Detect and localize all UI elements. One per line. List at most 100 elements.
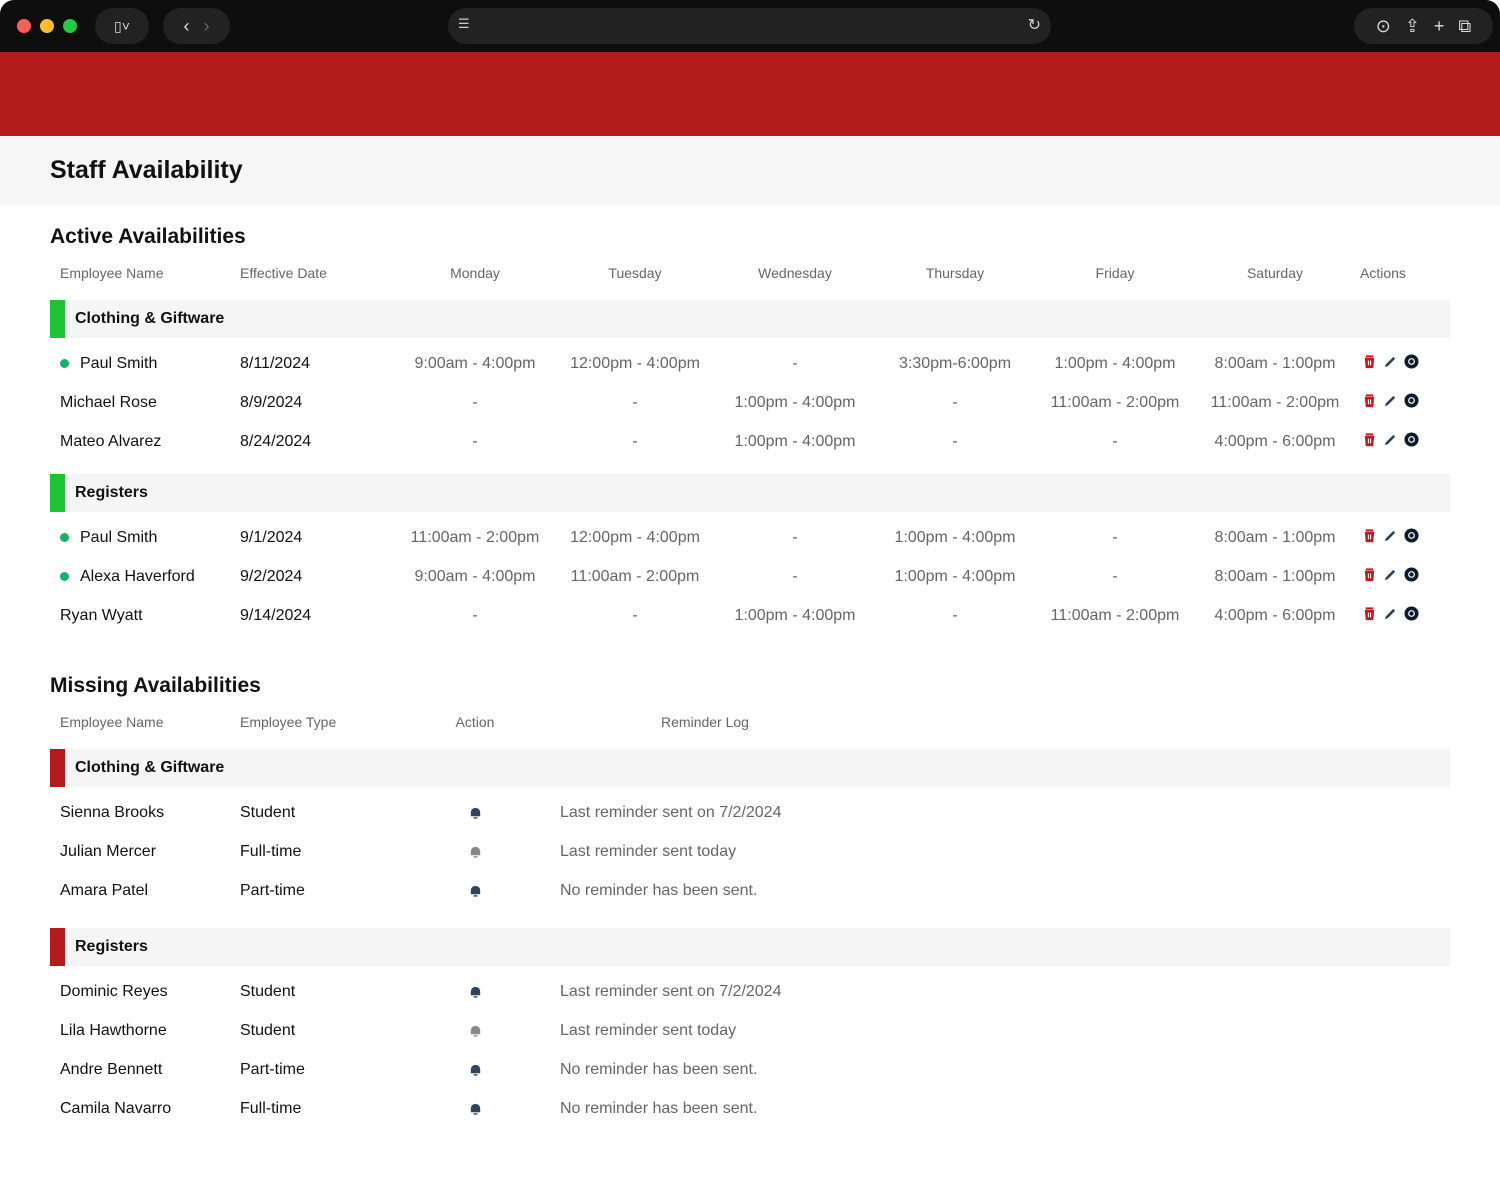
- col-header: Employee Name: [60, 265, 164, 281]
- send-reminder-bell-icon[interactable]: [395, 805, 555, 820]
- table-row: Lila Hawthorne Student Last reminder sent …: [50, 1011, 1450, 1050]
- day-availability: 11:00am - 2:00pm: [1050, 606, 1180, 624]
- delete-icon[interactable]: [1362, 606, 1377, 626]
- edit-icon[interactable]: [1383, 354, 1398, 374]
- sidebar-toggle-button[interactable]: ▯˅: [95, 8, 149, 44]
- send-reminder-bell-icon[interactable]: [395, 984, 555, 999]
- maximize-window-button[interactable]: [63, 19, 77, 33]
- edit-icon[interactable]: [1383, 393, 1398, 413]
- delete-icon[interactable]: [1362, 528, 1377, 548]
- day-availability: 8:00am - 1:00pm: [1214, 528, 1336, 546]
- edit-icon[interactable]: [1383, 606, 1398, 626]
- forward-icon[interactable]: ›: [204, 16, 210, 37]
- page-title: Staff Availability: [50, 156, 243, 184]
- employee-type: Full-time: [240, 1099, 302, 1117]
- effective-date: 9/14/2024: [240, 606, 312, 624]
- table-row: Paul Smith 8/11/2024 9:00am - 4:00pm 12:00p…: [50, 344, 1450, 383]
- employee-name: Alexa Haverford: [80, 567, 195, 585]
- day-availability: -: [632, 432, 638, 450]
- employee-name: Michael Rose: [60, 393, 157, 411]
- history-icon[interactable]: [1404, 431, 1419, 452]
- col-header: Actions: [1360, 265, 1406, 281]
- table-row: Ryan Wyatt 9/14/2024 - - 1:00pm - 4:00pm - 11:…: [50, 596, 1450, 635]
- delete-icon[interactable]: [1362, 393, 1377, 413]
- history-icon[interactable]: [1404, 605, 1419, 626]
- edit-icon[interactable]: [1383, 432, 1398, 452]
- day-availability: 1:00pm - 4:00pm: [894, 567, 1016, 585]
- col-header: Friday: [1095, 265, 1135, 281]
- employee-name-cell: Paul Smith: [60, 355, 240, 373]
- day-availability: 1:00pm - 4:00pm: [1054, 354, 1176, 372]
- download-icon[interactable]: ⊙: [1376, 16, 1391, 37]
- group-color-bar: [50, 749, 65, 787]
- day-availability: -: [472, 606, 478, 624]
- employee-type: Student: [240, 1021, 296, 1039]
- history-icon[interactable]: [1404, 566, 1419, 587]
- tabs-icon[interactable]: ⧉: [1458, 16, 1471, 37]
- employee-name: Paul Smith: [80, 528, 158, 546]
- day-availability: 9:00am - 4:00pm: [414, 567, 536, 585]
- delete-icon[interactable]: [1362, 567, 1377, 587]
- day-availability: 11:00am - 2:00pm: [570, 567, 700, 585]
- group-color-bar: [50, 474, 65, 512]
- group-header: Clothing & Giftware: [50, 749, 1450, 787]
- day-availability: 9:00am - 4:00pm: [414, 354, 536, 372]
- employee-name-cell: Paul Smith: [60, 529, 240, 547]
- row-actions: [1355, 431, 1450, 452]
- edit-icon[interactable]: [1383, 567, 1398, 587]
- col-header: Thursday: [925, 265, 985, 281]
- delete-icon[interactable]: [1362, 354, 1377, 374]
- reminder-log: Last reminder sent today: [560, 1021, 737, 1039]
- day-availability: 12:00pm - 4:00pm: [570, 354, 700, 372]
- day-availability: -: [792, 354, 798, 372]
- employee-name: Lila Hawthorne: [60, 1021, 167, 1039]
- history-icon[interactable]: [1404, 392, 1419, 413]
- reload-icon[interactable]: ↻: [1028, 15, 1041, 35]
- employee-name-cell: Ryan Wyatt: [60, 607, 240, 625]
- day-availability: 8:00am - 1:00pm: [1214, 567, 1336, 585]
- employee-name: Mateo Alvarez: [60, 432, 162, 450]
- address-bar[interactable]: ☰ ↻: [448, 8, 1051, 44]
- sidebar-icon: ▯˅: [114, 17, 130, 34]
- table-row: Andre Bennett Part-time No reminder has be…: [50, 1050, 1450, 1089]
- group-header: Registers: [50, 928, 1450, 966]
- send-reminder-bell-icon[interactable]: [395, 1101, 555, 1116]
- employee-type: Full-time: [240, 842, 302, 860]
- day-availability: -: [952, 432, 958, 450]
- day-availability: -: [1112, 432, 1118, 450]
- send-reminder-bell-icon[interactable]: [395, 883, 555, 898]
- history-icon[interactable]: [1404, 527, 1419, 548]
- send-reminder-bell-icon[interactable]: [395, 1062, 555, 1077]
- share-icon[interactable]: ⇪: [1405, 16, 1420, 37]
- history-icon[interactable]: [1404, 353, 1419, 374]
- toolbar-actions: ⊙ ⇪ + ⧉: [1354, 8, 1493, 44]
- col-header: Wednesday: [758, 265, 832, 281]
- table-row: Julian Mercer Full-time Last reminder sent…: [50, 832, 1450, 871]
- new-tab-icon[interactable]: +: [1434, 16, 1445, 37]
- group-name: Registers: [75, 938, 148, 955]
- close-window-button[interactable]: [17, 19, 31, 33]
- effective-date: 9/1/2024: [240, 528, 303, 546]
- day-availability: 1:00pm - 4:00pm: [894, 528, 1016, 546]
- minimize-window-button[interactable]: [40, 19, 54, 33]
- employee-type: Part-time: [240, 881, 305, 899]
- col-header: Reminder Log: [661, 714, 749, 730]
- day-availability: 11:00am - 2:00pm: [410, 528, 540, 546]
- delete-icon[interactable]: [1362, 432, 1377, 452]
- table-row: Alexa Haverford 9/2/2024 9:00am - 4:00pm 11…: [50, 557, 1450, 596]
- header-banner: [0, 52, 1500, 136]
- employee-name: Paul Smith: [80, 354, 158, 372]
- col-header: Employee Name: [60, 714, 164, 730]
- employee-name: Dominic Reyes: [60, 982, 168, 1000]
- day-availability: 12:00pm - 4:00pm: [570, 528, 700, 546]
- group-name: Registers: [75, 484, 148, 501]
- effective-date: 8/11/2024: [240, 354, 310, 372]
- employee-name: Julian Mercer: [60, 842, 157, 860]
- day-availability: 11:00am - 2:00pm: [1050, 393, 1180, 411]
- edit-icon[interactable]: [1383, 528, 1398, 548]
- reminder-log: Last reminder sent today: [560, 842, 737, 860]
- back-icon[interactable]: ‹: [184, 16, 190, 37]
- col-header: Tuesday: [608, 265, 662, 281]
- missing-table-header: Employee Name Employee Type Action Remin…: [50, 707, 1450, 737]
- group-header: Registers: [50, 474, 1450, 512]
